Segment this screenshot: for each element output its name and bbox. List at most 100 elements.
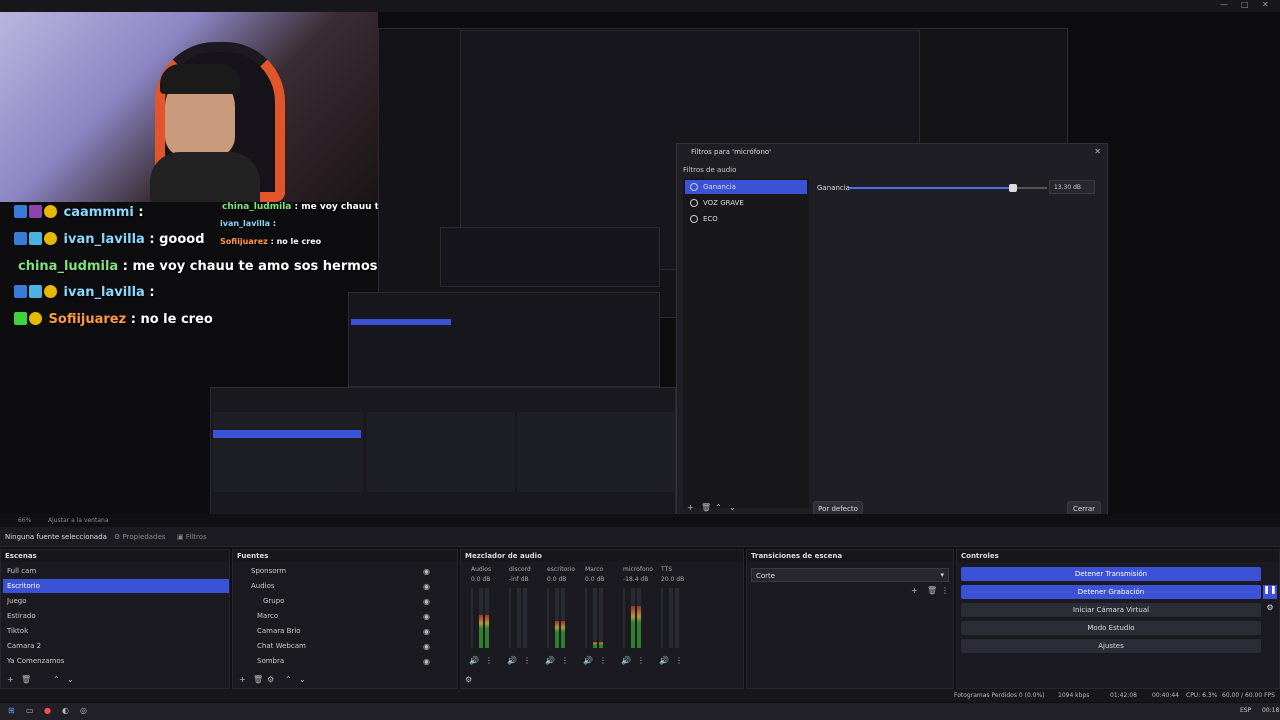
add-scene-icon[interactable]: + xyxy=(7,675,14,684)
volume-fader[interactable] xyxy=(471,588,473,648)
file-explorer-icon[interactable]: ▭ xyxy=(26,706,34,715)
properties-button[interactable]: ⚙ Propiedades xyxy=(114,533,165,541)
filter-item-label: ECO xyxy=(703,215,718,223)
level-meter xyxy=(517,588,521,648)
remove-filter-icon[interactable]: 🗑 xyxy=(701,503,711,512)
clock[interactable]: 00:18 xyxy=(1262,707,1279,714)
transition-select[interactable]: Corte ▾ xyxy=(751,568,949,582)
move-up-icon[interactable]: ⌃ xyxy=(53,675,60,684)
mute-speaker-icon[interactable]: 🔊 xyxy=(659,656,669,665)
obs-icon[interactable]: ◐ xyxy=(62,706,69,715)
dropped-frames: Fotogramas Perdidos 0 (0.0%) xyxy=(954,692,1045,699)
mute-speaker-icon[interactable]: 🔊 xyxy=(545,656,555,665)
chat-message: Sofiijuarez : no le creo xyxy=(14,312,213,327)
stop-recording-button[interactable]: Detener Grabación xyxy=(961,585,1261,599)
level-meter-fill xyxy=(637,606,641,648)
mute-speaker-icon[interactable]: 🔊 xyxy=(507,656,517,665)
scene-item[interactable]: Full cam xyxy=(3,564,229,578)
move-up-icon[interactable]: ⌃ xyxy=(285,675,292,684)
volume-fader[interactable] xyxy=(547,588,549,648)
mixer-gear-icon[interactable]: ⚙ xyxy=(465,675,472,684)
scene-item[interactable]: Escritorio xyxy=(3,579,229,593)
add-source-icon[interactable]: + xyxy=(239,675,246,684)
volume-fader[interactable] xyxy=(585,588,587,648)
volume-fader[interactable] xyxy=(661,588,663,648)
stop-streaming-button[interactable]: Detener Transmisión xyxy=(961,567,1261,581)
virtual-camera-gear-icon[interactable]: ⚙ xyxy=(1263,603,1277,617)
filter-item-ganancia[interactable]: Ganancia xyxy=(685,180,807,194)
source-item[interactable]: Audios xyxy=(235,579,455,593)
browser-icon[interactable]: ● xyxy=(44,706,51,715)
source-group[interactable]: Grupo xyxy=(235,594,455,608)
studio-preview[interactable]: caammmi : ivan_lavilla : goood china_lud… xyxy=(0,12,1280,514)
eye-icon[interactable]: ◉ xyxy=(423,627,430,636)
close-button[interactable]: ✕ xyxy=(1262,0,1269,9)
remove-scene-icon[interactable]: 🗑 xyxy=(21,675,31,684)
channel-menu-icon[interactable]: ⋮ xyxy=(675,656,683,665)
source-item[interactable]: Sombra xyxy=(235,654,455,668)
move-down-icon[interactable]: ⌄ xyxy=(729,503,736,512)
cpu-usage: CPU: 6.3% xyxy=(1186,692,1218,699)
filter-item-voz-grave[interactable]: VOZ GRAVE xyxy=(685,196,807,210)
source-item[interactable]: Sponsorm xyxy=(235,564,455,578)
app-icon[interactable]: ◎ xyxy=(80,706,87,715)
default-button[interactable]: Por defecto xyxy=(813,501,863,514)
eye-icon[interactable]: ◉ xyxy=(423,597,430,606)
channel-menu-icon[interactable]: ⋮ xyxy=(523,656,531,665)
channel-menu-icon[interactable]: ⋮ xyxy=(599,656,607,665)
scene-item[interactable]: Estirado xyxy=(3,609,229,623)
source-item[interactable]: Chat Webcam xyxy=(235,639,455,653)
fit-mode[interactable]: Ajustar a la ventana xyxy=(48,517,109,524)
volume-fader[interactable] xyxy=(509,588,511,648)
add-filter-icon[interactable]: + xyxy=(687,503,694,512)
mute-speaker-icon[interactable]: 🔊 xyxy=(583,656,593,665)
nested-obs-window xyxy=(440,227,660,287)
filter-item-eco[interactable]: ECO xyxy=(685,212,807,226)
eye-icon[interactable]: ◉ xyxy=(423,612,430,621)
minimize-button[interactable]: — xyxy=(1220,0,1228,9)
status-bar: Fotogramas Perdidos 0 (0.0%) 1094 kbps 0… xyxy=(0,689,1280,702)
visibility-eye-icon[interactable] xyxy=(690,199,698,207)
move-down-icon[interactable]: ⌄ xyxy=(299,675,306,684)
eye-icon[interactable]: ◉ xyxy=(423,642,430,651)
mute-speaker-icon[interactable]: 🔊 xyxy=(469,656,479,665)
source-item[interactable]: Marco xyxy=(235,609,455,623)
start-virtual-camera-button[interactable]: Iniciar Cámara Virtual xyxy=(961,603,1261,617)
scene-item[interactable]: Ya Comenzamos xyxy=(3,654,229,668)
eye-icon[interactable]: ◉ xyxy=(423,657,430,666)
scene-item[interactable]: Camara 2 xyxy=(3,639,229,653)
channel-menu-icon[interactable]: ⋮ xyxy=(637,656,645,665)
visibility-eye-icon[interactable] xyxy=(690,183,698,191)
filters-button[interactable]: ▣ Filtros xyxy=(177,533,207,541)
gain-slider-handle[interactable] xyxy=(1009,184,1017,192)
remove-source-icon[interactable]: 🗑 xyxy=(253,675,263,684)
transition-menu-icon[interactable]: ⋮ xyxy=(941,586,949,595)
gear-icon[interactable]: ⚙ xyxy=(267,675,274,684)
add-transition-icon[interactable]: + xyxy=(911,586,918,595)
channel-menu-icon[interactable]: ⋮ xyxy=(561,656,569,665)
channel-menu-icon[interactable]: ⋮ xyxy=(485,656,493,665)
move-down-icon[interactable]: ⌄ xyxy=(67,675,74,684)
scene-item[interactable]: Tiktok xyxy=(3,624,229,638)
volume-fader[interactable] xyxy=(623,588,625,648)
language-indicator[interactable]: ESP xyxy=(1240,707,1251,714)
pause-recording-icon[interactable]: ❚❚ xyxy=(1263,585,1277,599)
gain-value-spinbox[interactable]: 13.30 dB xyxy=(1049,180,1095,194)
eye-icon[interactable]: ◉ xyxy=(423,567,430,576)
gain-label: Ganancia xyxy=(817,184,850,192)
close-dialog-button[interactable]: Cerrar xyxy=(1067,501,1101,514)
remove-transition-icon[interactable]: 🗑 xyxy=(927,586,937,595)
settings-button[interactable]: Ajustes xyxy=(961,639,1261,653)
studio-mode-button[interactable]: Modo Estudio xyxy=(961,621,1261,635)
close-icon[interactable]: ✕ xyxy=(1094,147,1101,156)
maximize-button[interactable]: □ xyxy=(1241,0,1249,9)
chat-message: ivan_lavilla : xyxy=(14,285,155,300)
move-up-icon[interactable]: ⌃ xyxy=(715,503,722,512)
windows-start-icon[interactable]: ⊞ xyxy=(8,706,15,715)
visibility-eye-icon[interactable] xyxy=(690,215,698,223)
eye-icon[interactable]: ◉ xyxy=(423,582,430,591)
source-item[interactable]: Camara Brio xyxy=(235,624,455,638)
mute-speaker-icon[interactable]: 🔊 xyxy=(621,656,631,665)
scene-item[interactable]: Juego xyxy=(3,594,229,608)
level-meter-fill xyxy=(555,621,559,648)
